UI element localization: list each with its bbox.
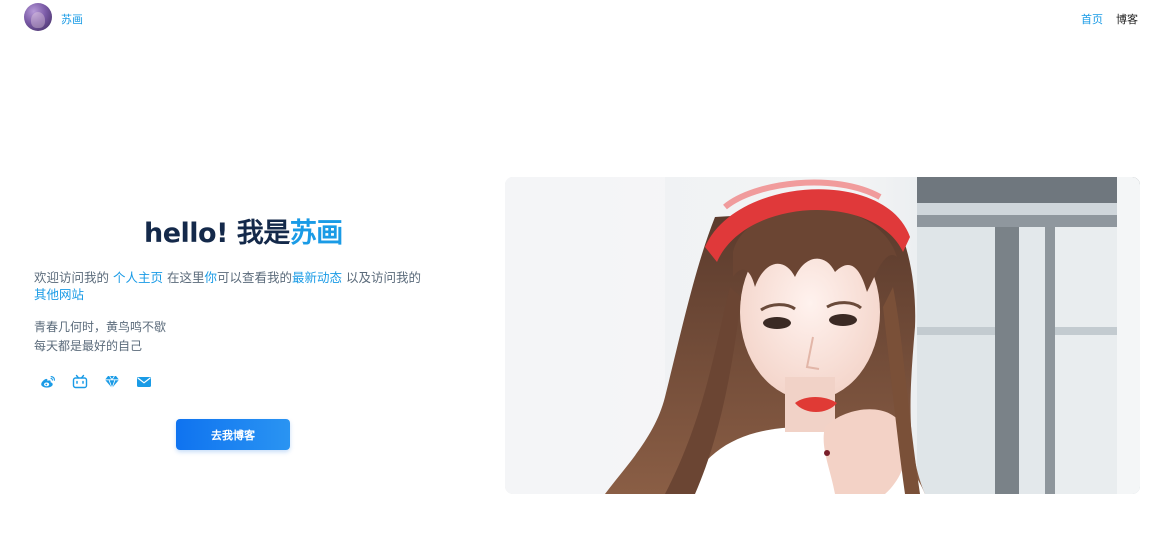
site-name[interactable]: 苏画 bbox=[61, 11, 83, 27]
hero-photo-illustration bbox=[505, 177, 1140, 494]
nav-item-blog[interactable]: 博客 bbox=[1116, 11, 1138, 27]
top-header: 苏画 首页 博客 bbox=[0, 0, 1176, 36]
mail-icon[interactable] bbox=[136, 374, 152, 390]
social-links bbox=[40, 374, 152, 390]
quote-block: 青春几何时，黄鸟鸣不歇 每天都是最好的自己 bbox=[34, 318, 166, 356]
desc-text-2c: 可以查看我的 bbox=[217, 270, 293, 285]
homepage-link[interactable]: 个人主页 bbox=[113, 270, 163, 285]
greeting-heading: hello! 我是苏画 bbox=[144, 211, 343, 250]
top-nav: 首页 博客 bbox=[1081, 11, 1138, 27]
desc-text-1: 欢迎访问我的 bbox=[34, 270, 113, 285]
bilibili-icon[interactable] bbox=[72, 374, 88, 390]
quote-line-2: 每天都是最好的自己 bbox=[34, 339, 143, 353]
diamond-icon[interactable] bbox=[104, 374, 120, 390]
desc-highlight-you: 你 bbox=[204, 270, 217, 285]
weibo-icon[interactable] bbox=[40, 374, 56, 390]
greeting-text: hello! 我是 bbox=[144, 218, 290, 249]
quote-line-1: 青春几何时，黄鸟鸣不歇 bbox=[34, 320, 167, 334]
hero-photo bbox=[505, 177, 1140, 494]
other-sites-link[interactable]: 其他网站 bbox=[34, 287, 84, 302]
intro-description: 欢迎访问我的 个人主页 在这里你可以查看我的最新动态 以及访问我的其他网站 bbox=[34, 269, 444, 303]
greeting-name: 苏画 bbox=[289, 218, 344, 249]
nav-item-home[interactable]: 首页 bbox=[1081, 11, 1103, 27]
avatar[interactable] bbox=[24, 3, 52, 31]
desc-text-2: 在这里 bbox=[163, 270, 205, 285]
latest-news-link[interactable]: 最新动态 bbox=[292, 270, 342, 285]
go-to-blog-button[interactable]: 去我博客 bbox=[176, 419, 290, 450]
desc-text-3: 以及访问我的 bbox=[342, 270, 422, 285]
